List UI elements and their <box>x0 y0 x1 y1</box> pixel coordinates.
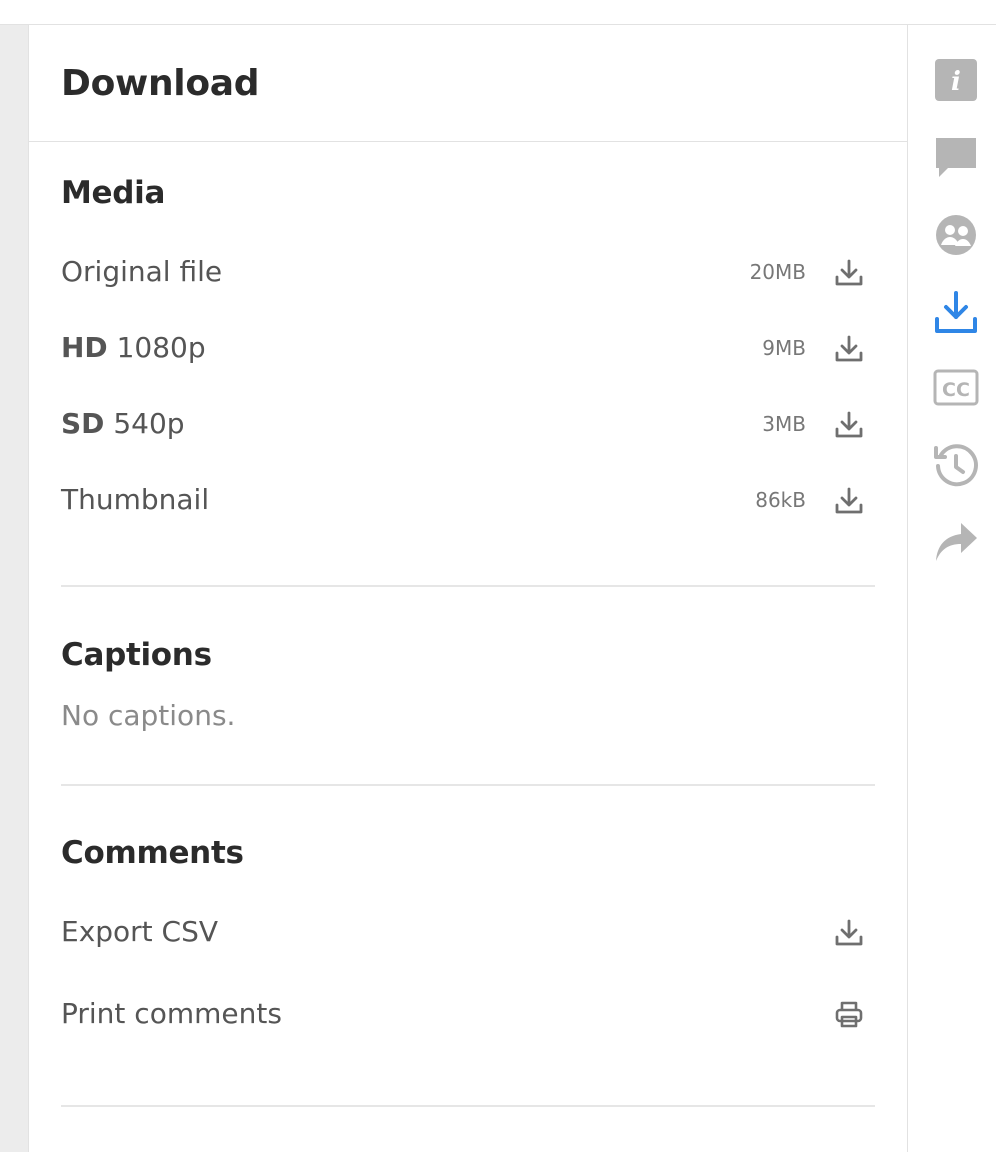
export-csv-item[interactable]: Export CSV <box>61 915 218 948</box>
media-item-original-file[interactable]: Original file <box>61 255 222 288</box>
share-icon[interactable] <box>933 519 979 565</box>
comments-section-title: Comments <box>61 835 244 871</box>
download-icon[interactable] <box>833 409 865 441</box>
download-icon[interactable] <box>833 917 865 949</box>
section-divider <box>61 784 875 786</box>
section-divider <box>61 585 875 587</box>
comment-icon[interactable] <box>933 135 979 181</box>
panel-title: Download <box>61 63 260 104</box>
print-comments-label: Print comments <box>61 997 282 1030</box>
quality-badge: SD <box>61 407 105 440</box>
file-size: 86kB <box>755 488 806 512</box>
people-icon[interactable] <box>933 212 979 258</box>
panel-header: Download <box>29 25 908 142</box>
left-gutter <box>0 25 29 1152</box>
print-comments-item[interactable]: Print comments <box>61 997 282 1030</box>
media-section-title: Media <box>61 175 166 211</box>
media-item-label: 540p <box>104 407 185 440</box>
media-item-hd[interactable]: HD 1080p <box>61 331 206 364</box>
sidebar-rail: i CC <box>909 25 996 1152</box>
quality-badge: HD <box>61 331 108 364</box>
svg-text:i: i <box>951 67 961 97</box>
download-icon[interactable] <box>833 257 865 289</box>
printer-icon[interactable] <box>833 999 865 1031</box>
captions-empty-text: No captions. <box>61 699 236 732</box>
top-bar <box>0 0 996 25</box>
file-size: 20MB <box>749 260 806 284</box>
download-icon[interactable] <box>833 333 865 365</box>
file-size: 9MB <box>762 336 806 360</box>
history-icon[interactable] <box>933 443 979 489</box>
media-item-sd[interactable]: SD 540p <box>61 407 185 440</box>
media-item-thumbnail[interactable]: Thumbnail <box>61 483 209 516</box>
download-icon[interactable] <box>933 289 979 335</box>
closed-captions-icon[interactable]: CC <box>933 365 979 411</box>
export-csv-label: Export CSV <box>61 915 219 948</box>
file-size: 3MB <box>762 412 806 436</box>
download-icon[interactable] <box>833 485 865 517</box>
info-icon[interactable]: i <box>933 57 979 103</box>
captions-section-title: Captions <box>61 637 212 673</box>
media-item-label: 1080p <box>107 331 206 364</box>
section-divider <box>61 1105 875 1107</box>
media-item-label: Original file <box>61 255 223 288</box>
media-item-label: Thumbnail <box>61 483 210 516</box>
svg-text:CC: CC <box>942 379 970 401</box>
download-panel: Download Media Original file 20MB HD 108… <box>29 25 908 1152</box>
